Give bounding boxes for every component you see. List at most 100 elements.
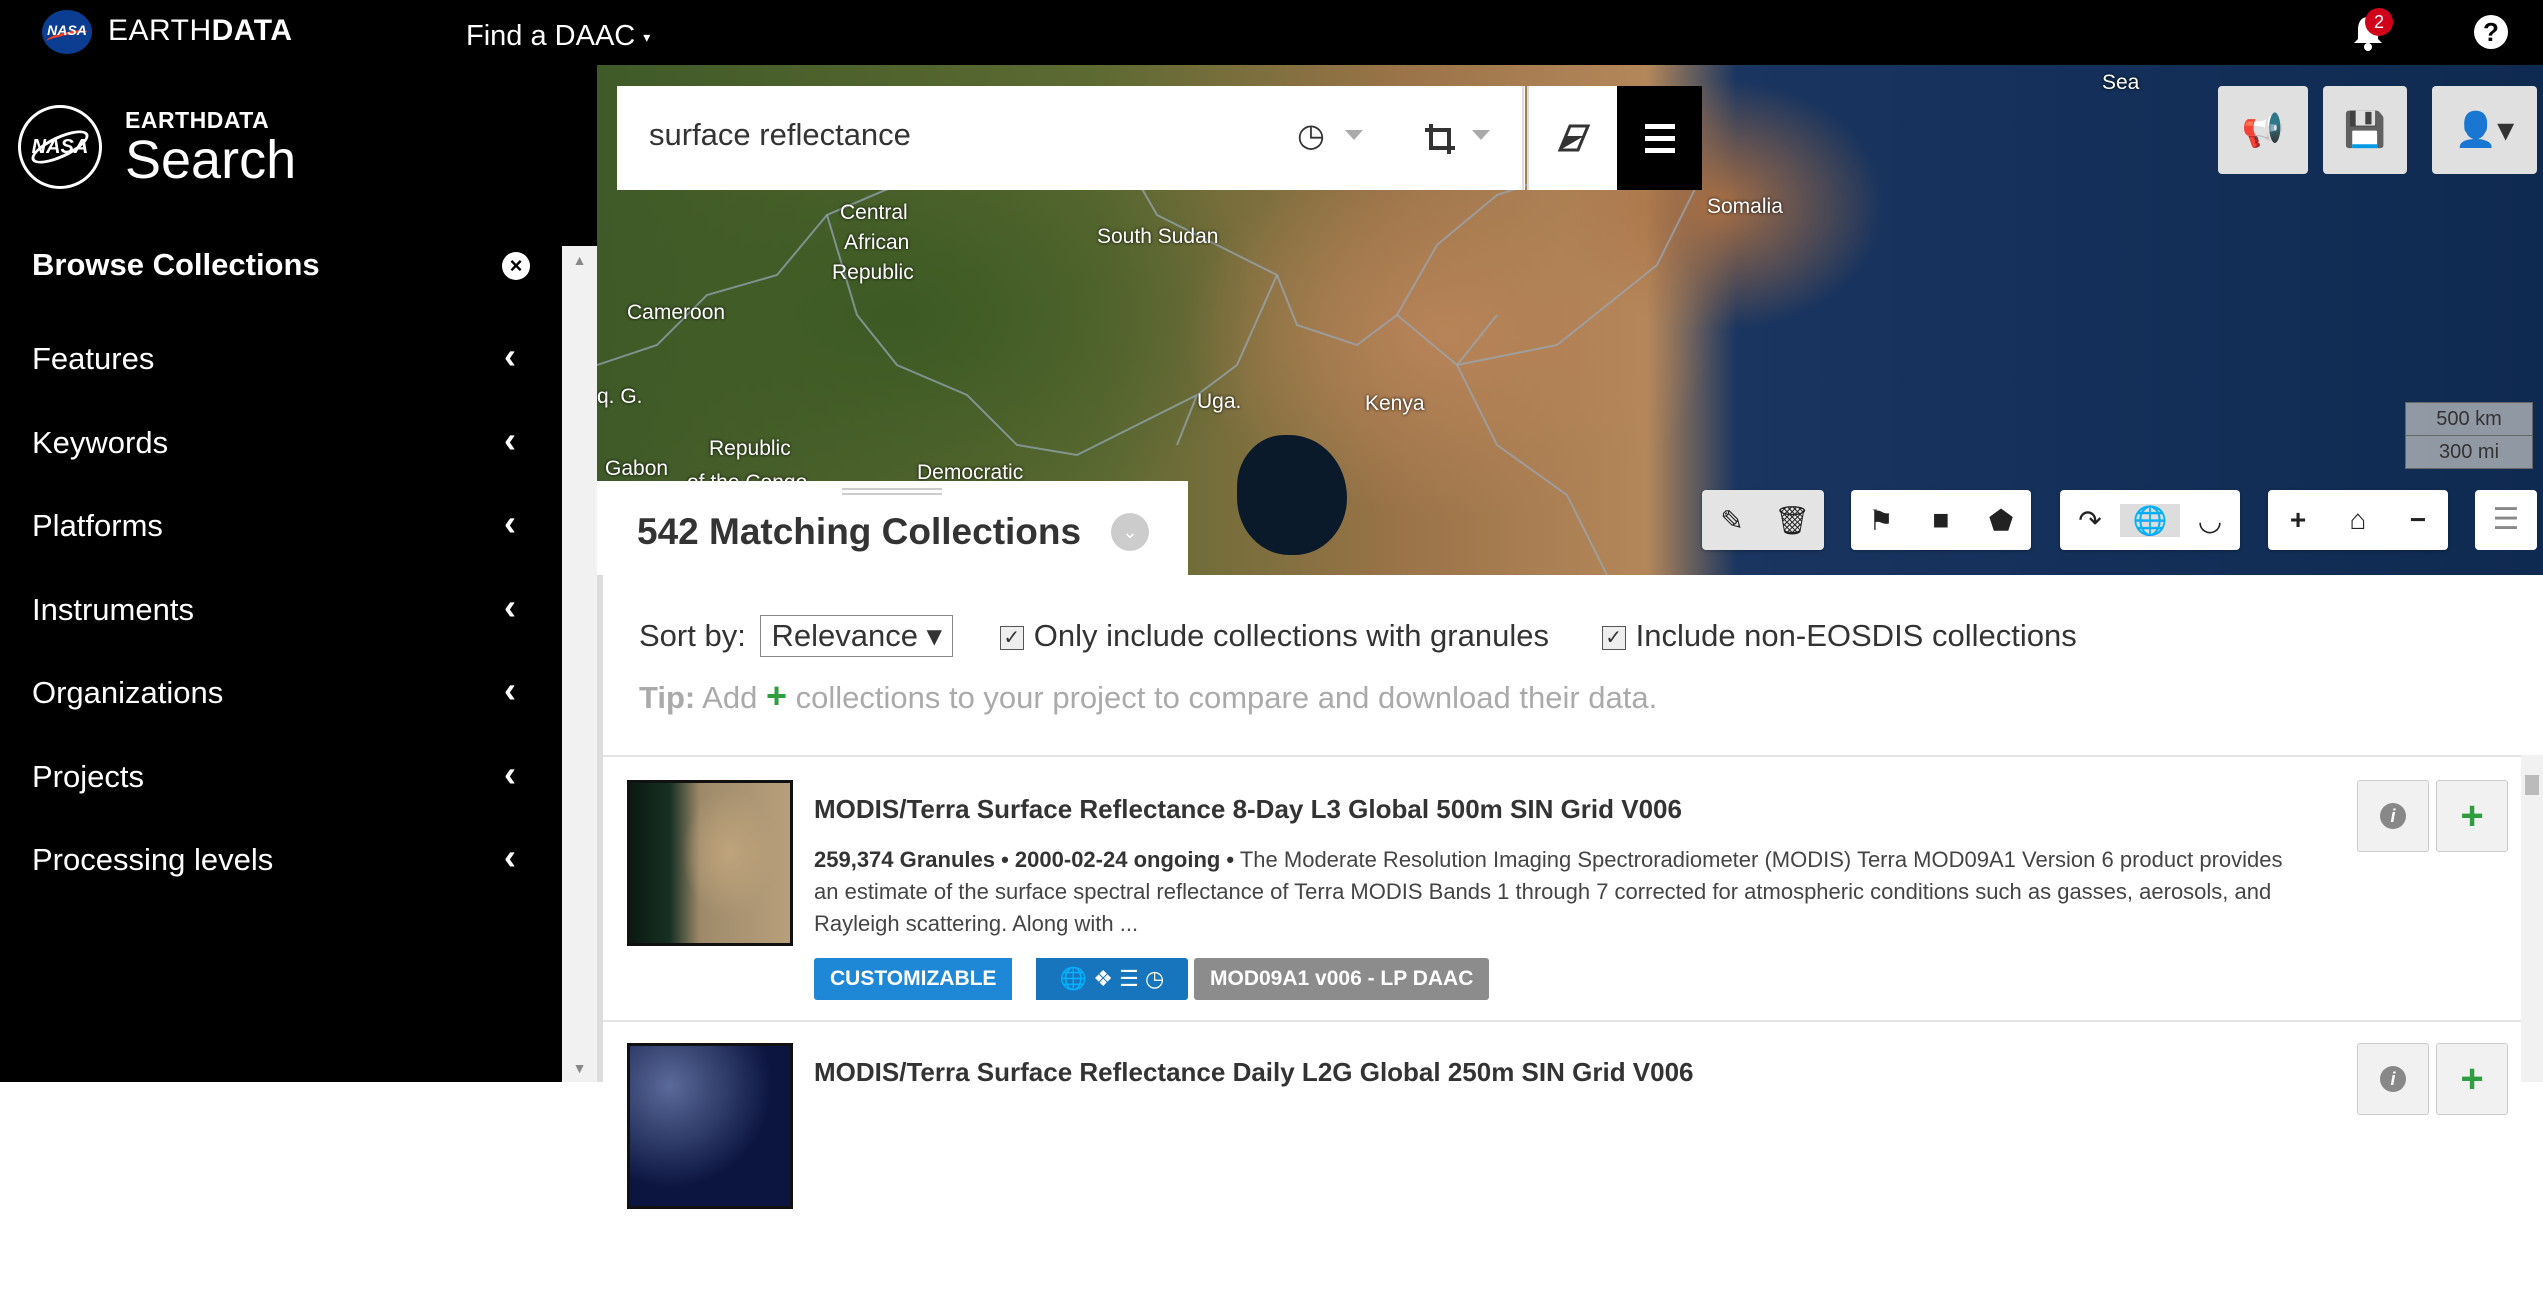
facet-platforms[interactable]: Platforms ‹ (0, 492, 560, 576)
search-bar: ◷ (617, 86, 1525, 190)
close-icon[interactable]: × (502, 252, 530, 280)
logo-nasa-text: NASA (31, 136, 89, 158)
megaphone-icon: 📢 (2241, 111, 2285, 149)
antarctic-projection-icon[interactable]: ◡ (2180, 504, 2240, 537)
scroll-down-arrow-icon[interactable]: ▼ (562, 1060, 597, 1076)
map-label: Somalia (1707, 195, 1783, 218)
advanced-search-menu-button[interactable] (1617, 86, 1702, 190)
home-icon[interactable]: ⌂ (2328, 504, 2388, 536)
trash-icon[interactable]: 🗑 (1762, 504, 1822, 537)
short-name-badge: MOD09A1 v006 - LP DAAC (1194, 958, 1490, 1000)
hamburger-line (1645, 136, 1675, 141)
map-label: South Sudan (1097, 225, 1219, 248)
chevron-down-icon[interactable]: ⌄ (1111, 513, 1149, 551)
tip-text: Tip: Add + collections to your project t… (639, 675, 1657, 717)
caret-down-icon: ▾ (643, 28, 651, 45)
find-a-daac-menu[interactable]: Find a DAAC ▾ (466, 20, 650, 53)
sidebar: NASA EARTHDATA Search Browse Collections… (0, 65, 597, 1082)
caret-down-icon[interactable] (1345, 130, 1363, 140)
collection-result-item[interactable]: MODIS/Terra Surface Reflectance 8-Day L3… (627, 780, 2517, 1040)
clear-filters-button[interactable] (1527, 86, 1619, 190)
collection-result-item[interactable]: MODIS/Terra Surface Reflectance Daily L2… (627, 1043, 2517, 1303)
collection-granules-dates: 259,374 Granules • 2000-02-24 ongoing • (814, 847, 1235, 872)
zoom-out-icon[interactable]: − (2388, 504, 2448, 536)
scroll-up-arrow-icon[interactable]: ▲ (562, 252, 597, 268)
non-eosdis-label: Include non-EOSDIS collections (1635, 618, 2077, 653)
user-menu-button[interactable]: 👤▾ (2432, 86, 2537, 174)
divider (1522, 86, 1524, 190)
save-project-button[interactable]: 💾 (2323, 86, 2407, 174)
panel-resize-handle[interactable] (842, 488, 942, 495)
collection-title[interactable]: MODIS/Terra Surface Reflectance 8-Day L3… (814, 794, 1682, 825)
rectangle-icon[interactable]: ■ (1911, 504, 1971, 536)
announcements-button[interactable]: 📢 (2218, 86, 2308, 174)
edit-shape-icon[interactable]: ✎ (1702, 504, 1762, 537)
chevron-left-icon: ‹ (504, 502, 516, 543)
facet-label: Keywords (32, 424, 169, 460)
map-label: Gabon (605, 457, 669, 480)
sidebar-scrollbar[interactable]: ▲ ▼ (562, 246, 597, 1082)
collection-meta: 259,374 Granules • 2000-02-24 ongoing • … (814, 844, 2294, 940)
nasa-logo[interactable]: NASA (42, 10, 92, 54)
capability-icons: 🌐 ❖ ☰ ◷ (1036, 958, 1188, 1000)
chevron-left-icon: ‹ (504, 836, 516, 877)
checkbox-checked[interactable]: ✓ (999, 625, 1024, 650)
help-icon[interactable]: ? (2474, 15, 2508, 49)
facet-label: Platforms (32, 508, 163, 543)
earthdata-brand[interactable]: EARTHDATA (108, 14, 293, 48)
scale-mi: 300 mi (2405, 435, 2533, 469)
sort-label: Sort by: (639, 618, 746, 653)
facet-label: Processing levels (32, 842, 274, 877)
collection-info-button[interactable]: i (2357, 780, 2429, 852)
facet-label: Organizations (32, 675, 224, 710)
map-label: Uga. (1197, 390, 1242, 413)
polygon-icon[interactable]: ⬟ (1971, 504, 2031, 537)
sort-select[interactable]: Relevance ▾ (760, 615, 954, 657)
facet-list: Features ‹ Keywords ‹ Platforms ‹ Instru… (0, 325, 560, 910)
hamburger-line (1645, 148, 1675, 153)
results-panel: Sort by: Relevance ▾ ✓ Only include colle… (597, 575, 2543, 1209)
collection-info-button[interactable]: i (2357, 1043, 2429, 1115)
browse-collections-title: Browse Collections (32, 247, 320, 282)
zoom-tools: + ⌂ − (2268, 490, 2448, 550)
scrollbar-thumb[interactable] (2525, 775, 2539, 795)
caret-down-icon[interactable] (1472, 130, 1490, 140)
map-label: Kenya (1365, 392, 1425, 415)
search-input[interactable] (647, 116, 1251, 154)
zoom-in-icon[interactable]: + (2268, 504, 2328, 536)
plus-icon: + (765, 675, 787, 716)
facet-instruments[interactable]: Instruments ‹ (0, 576, 560, 660)
collection-title[interactable]: MODIS/Terra Surface Reflectance Daily L2… (814, 1057, 1694, 1088)
map-pin-icon[interactable]: ⚑ (1851, 504, 1911, 537)
temporal-clock-icon[interactable]: ◷ (1297, 116, 1325, 154)
layers-icon[interactable]: ☰ (2475, 490, 2537, 550)
notification-count-badge: 2 (2365, 8, 2393, 36)
user-icon: 👤▾ (2454, 111, 2515, 149)
sliders-icon: ☰ (1119, 966, 1139, 991)
only-granules-label: Only include collections with granules (1033, 618, 1549, 653)
top-navigation-bar: NASA EARTHDATA Find a DAAC ▾ 2 ? (0, 0, 2543, 65)
chevron-left-icon: ‹ (504, 418, 516, 460)
spatial-crop-icon[interactable] (1423, 122, 1457, 156)
clock-icon: ◷ (1145, 966, 1165, 991)
facet-processing-levels[interactable]: Processing levels ‹ (0, 826, 560, 910)
earthdata-search-logo[interactable]: NASA (18, 105, 102, 189)
facet-features[interactable]: Features ‹ (0, 325, 560, 409)
hamburger-line (1645, 124, 1675, 129)
arctic-projection-icon[interactable]: ↷ (2060, 504, 2120, 537)
non-eosdis-checkbox[interactable]: ✓ Include non-EOSDIS collections (1601, 618, 2077, 653)
chevron-left-icon: ‹ (504, 669, 516, 710)
map-label: Central (840, 201, 908, 224)
checkbox-checked[interactable]: ✓ (1601, 625, 1626, 650)
facet-projects[interactable]: Projects ‹ (0, 743, 560, 827)
facet-organizations[interactable]: Organizations ‹ (0, 659, 560, 743)
results-scrollbar[interactable] (2521, 755, 2543, 1082)
map-label: African (844, 231, 910, 254)
customizable-badge: CUSTOMIZABLE (814, 958, 1013, 1000)
only-granules-checkbox[interactable]: ✓ Only include collections with granules (999, 618, 1549, 653)
add-to-project-button[interactable]: + (2436, 780, 2508, 852)
facet-keywords[interactable]: Keywords ‹ (0, 409, 560, 493)
facet-label: Projects (32, 758, 144, 794)
add-to-project-button[interactable]: + (2436, 1043, 2508, 1115)
globe-icon[interactable]: 🌐 (2120, 503, 2180, 537)
